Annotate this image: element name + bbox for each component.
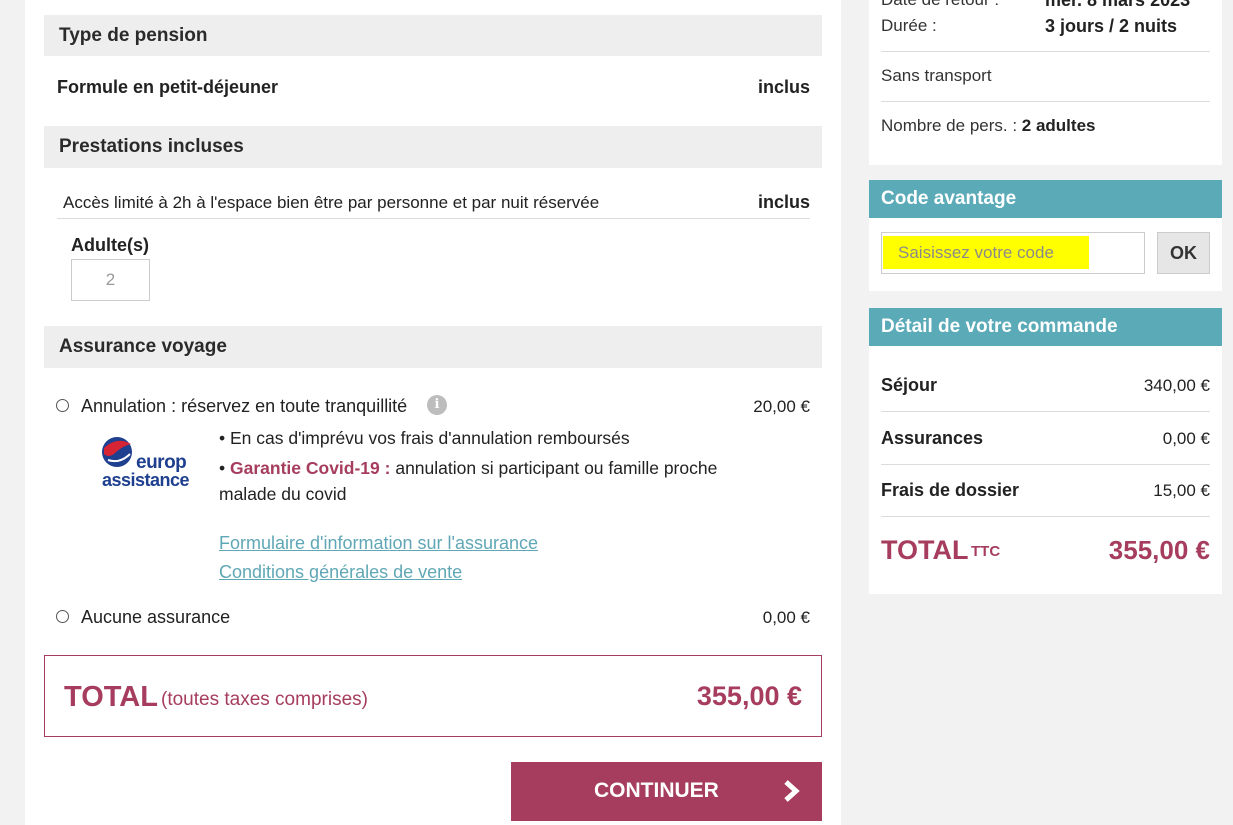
insurance-annulation-radio[interactable] — [56, 399, 69, 412]
europ-assistance-logo: europ assistance — [100, 434, 190, 492]
detail-row-value: 15,00 € — [1153, 481, 1210, 500]
trip-divider-2 — [881, 101, 1210, 102]
sidebar-total-value: 355,00 € — [1108, 535, 1210, 565]
duration-label: Durée : — [881, 16, 937, 35]
terms-conditions-link[interactable]: Conditions générales de vente — [219, 562, 462, 583]
trip-info-card: Date de retour : mer. 8 mars 2023 Durée … — [869, 0, 1222, 165]
order-detail-card: Détail de votre commande Séjour 340,00 €… — [869, 308, 1222, 594]
promo-code-placeholder: Saisissez votre code — [898, 243, 1054, 262]
adults-input[interactable]: 2 — [71, 259, 150, 301]
detail-divider — [881, 516, 1210, 517]
transport-text: Sans transport — [881, 66, 992, 85]
promo-code-input[interactable]: Saisissez votre code — [881, 232, 1145, 274]
insurance-info-form-link[interactable]: Formulaire d'information sur l'assurance — [219, 533, 538, 554]
detail-row-label: Frais de dossier — [881, 480, 1020, 500]
detail-row-value: 0,00 € — [1162, 429, 1210, 448]
promo-code-card: Code avantage Saisissez votre code OK — [869, 180, 1222, 291]
promo-code-ok-button[interactable]: OK — [1157, 232, 1210, 274]
info-icon[interactable]: i — [427, 395, 447, 415]
covid-guarantee-label: Garantie Covid-19 : — [230, 458, 391, 478]
order-detail-header: Détail de votre commande — [869, 308, 1222, 346]
pension-item-label: Formule en petit-déjeuner — [57, 77, 279, 97]
insurance-annulation-price: 20,00 € — [753, 397, 810, 416]
prestation-item-value: inclus — [757, 192, 810, 212]
logo-text-assistance: assistance — [102, 470, 190, 490]
insurance-bullet-1: • En cas d'imprévu vos frais d'annulatio… — [219, 428, 630, 448]
insurance-none-radio[interactable] — [56, 610, 69, 623]
insurance-none-label[interactable]: Aucune assurance — [81, 607, 230, 628]
pension-item-value: inclus — [757, 77, 810, 97]
trip-divider-1 — [881, 51, 1210, 52]
continue-button-label: CONTINUER — [594, 779, 719, 802]
prestations-header: Prestations incluses — [44, 126, 822, 168]
return-date-label: Date de retour : — [881, 0, 999, 10]
total-label: TOTAL — [64, 681, 158, 713]
prestation-divider — [57, 218, 810, 219]
detail-divider — [881, 464, 1210, 465]
insurance-none-price: 0,00 € — [762, 608, 810, 627]
sidebar-total-ttc: TTC — [971, 543, 1001, 560]
persons-label: Nombre de pers. : — [881, 116, 1022, 135]
insurance-annulation-label[interactable]: Annulation : réservez en toute tranquill… — [81, 396, 407, 417]
total-value: 355,00 € — [696, 681, 802, 711]
duration-value: 3 jours / 2 nuits — [1045, 16, 1178, 36]
prestation-item-label: Accès limité à 2h à l'espace bien être p… — [63, 193, 600, 212]
promo-code-header: Code avantage — [869, 180, 1222, 218]
return-date-value: mer. 8 mars 2023 — [1045, 0, 1191, 10]
pension-header: Type de pension — [44, 15, 822, 56]
detail-row-label: Assurances — [881, 428, 984, 448]
persons-row: Nombre de pers. : 2 adultes — [881, 116, 1095, 136]
detail-row-label: Séjour — [881, 375, 938, 395]
total-box: TOTAL (toutes taxes comprises) 355,00 € — [44, 655, 822, 737]
insurance-bullet-2: • Garantie Covid-19 : annulation si part… — [219, 455, 779, 507]
assurance-header: Assurance voyage — [44, 326, 822, 368]
chevron-right-icon — [784, 780, 800, 802]
total-subtitle: (toutes taxes comprises) — [161, 689, 368, 710]
detail-divider — [881, 411, 1210, 412]
adults-label: Adulte(s) — [71, 235, 149, 255]
bullet-2-prefix: • — [219, 458, 230, 478]
detail-row-value: 340,00 € — [1143, 376, 1210, 395]
continue-button[interactable]: CONTINUER — [511, 762, 822, 821]
sidebar-total-label: TOTAL — [881, 535, 969, 565]
persons-value: 2 adultes — [1021, 116, 1096, 135]
